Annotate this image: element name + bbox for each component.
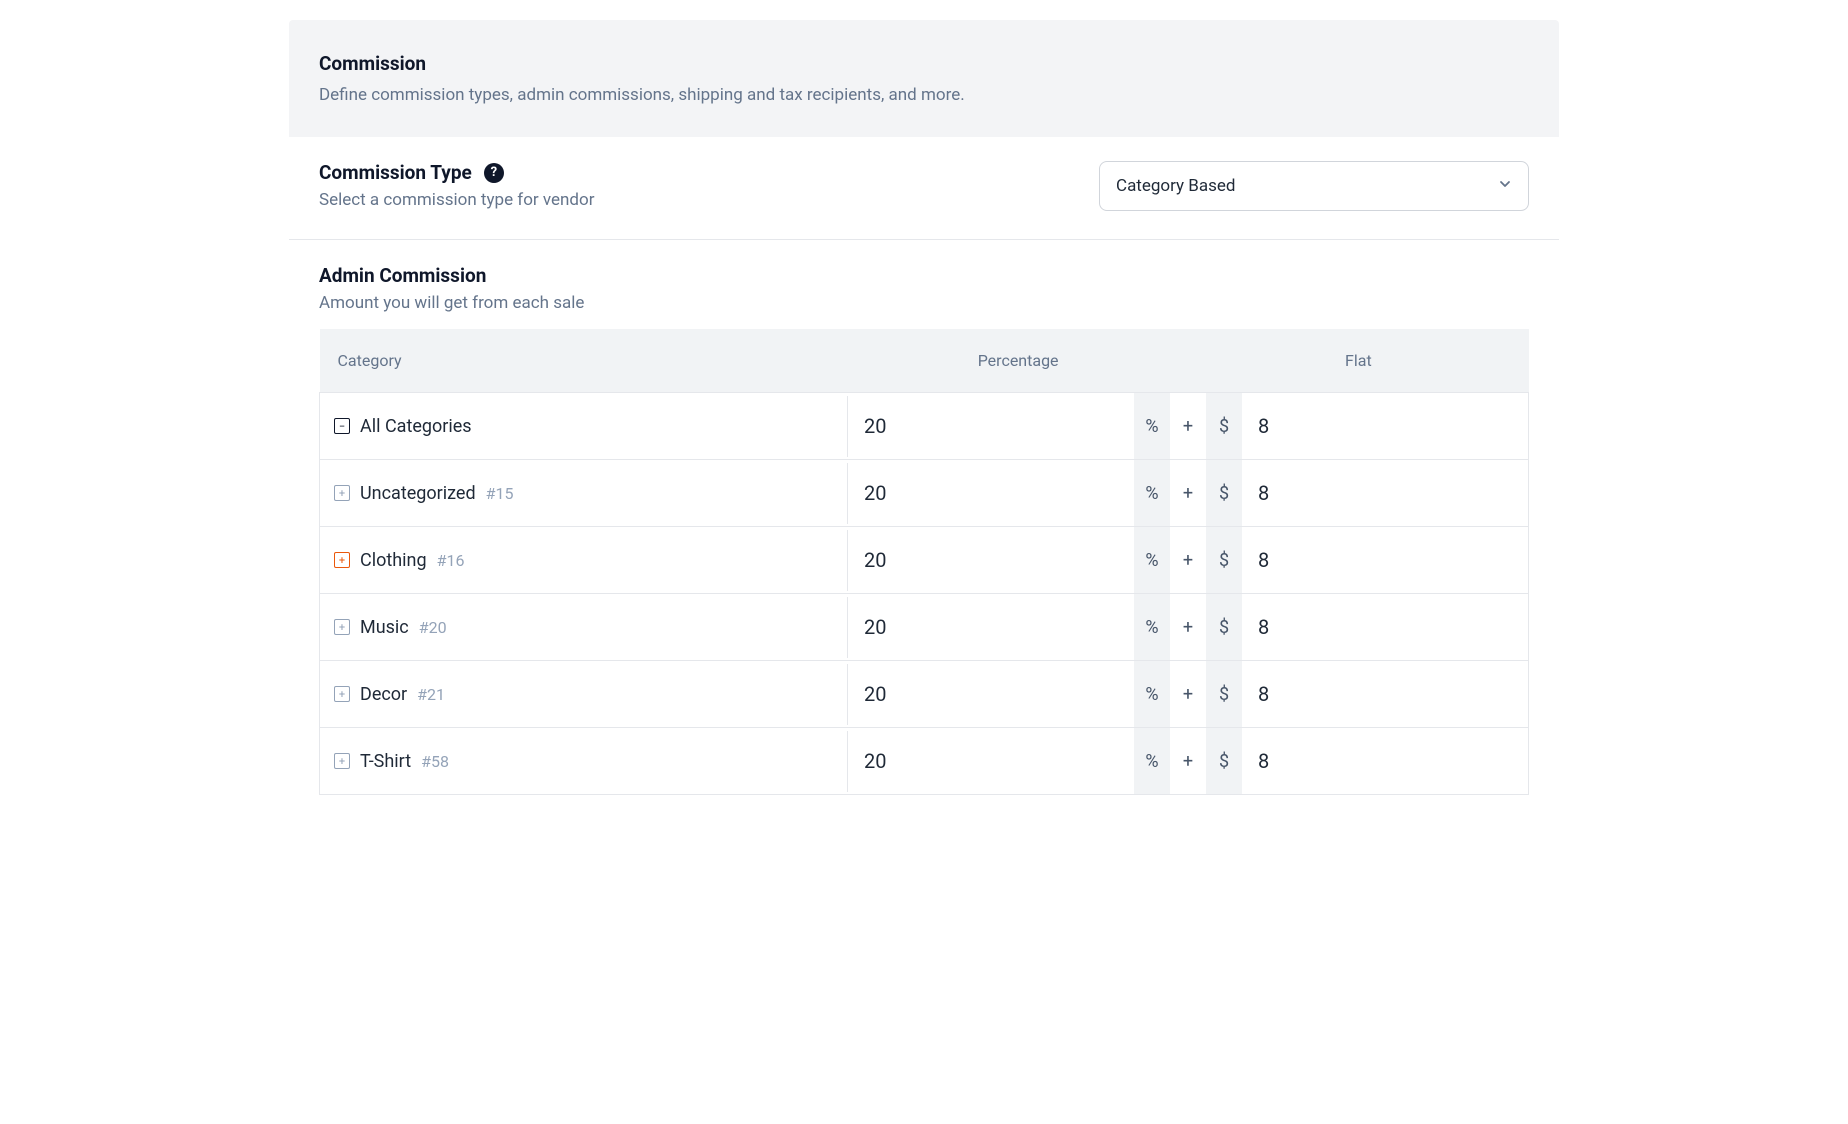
currency-symbol: $ — [1206, 728, 1242, 794]
flat-input[interactable] — [1242, 460, 1528, 526]
category-name: Decor — [360, 684, 407, 705]
category-name: All Categories — [360, 416, 472, 437]
category-id: #16 — [437, 551, 465, 570]
table-header-row: Category Percentage Flat — [320, 329, 1529, 393]
flat-input[interactable] — [1242, 393, 1528, 459]
category-cell: + Music #20 — [320, 597, 848, 658]
category-cell: −All Categories — [320, 396, 848, 457]
percentage-input[interactable] — [848, 393, 1134, 459]
admin-commission-section: Admin Commission Amount you will get fro… — [289, 240, 1559, 313]
th-category: Category — [320, 329, 849, 393]
expand-icon[interactable]: + — [334, 619, 350, 635]
percentage-input[interactable] — [848, 728, 1134, 794]
category-cell: + Decor #21 — [320, 664, 848, 725]
flat-input[interactable] — [1242, 661, 1528, 727]
commission-title: Commission — [319, 52, 1529, 75]
plus-symbol: + — [1170, 527, 1206, 593]
currency-symbol: $ — [1206, 527, 1242, 593]
currency-symbol: $ — [1206, 393, 1242, 459]
category-id: #15 — [486, 484, 514, 503]
commission-subtitle: Define commission types, admin commissio… — [319, 85, 1529, 105]
collapse-icon[interactable]: − — [334, 418, 350, 434]
percentage-input[interactable] — [848, 661, 1134, 727]
commission-type-section: Commission Type ? Select a commission ty… — [289, 137, 1559, 240]
expand-icon[interactable]: + — [334, 485, 350, 501]
category-id: #20 — [419, 618, 447, 637]
table-row: +Uncategorized#15%+$ — [320, 460, 1529, 527]
help-icon[interactable]: ? — [484, 163, 504, 183]
currency-symbol: $ — [1206, 594, 1242, 660]
category-name: Clothing — [360, 550, 427, 571]
table-row: +T-Shirt#58%+$ — [320, 728, 1529, 795]
expand-icon[interactable]: + — [334, 552, 350, 568]
table-row: +Music#20%+$ — [320, 594, 1529, 661]
percent-symbol: % — [1134, 661, 1170, 727]
category-cell: + Uncategorized #15 — [320, 463, 848, 524]
th-flat: Flat — [1188, 329, 1528, 393]
percent-symbol: % — [1134, 728, 1170, 794]
category-name: T-Shirt — [360, 751, 411, 772]
percentage-input[interactable] — [848, 527, 1134, 593]
percent-symbol: % — [1134, 460, 1170, 526]
value-cell: %+$ — [848, 728, 1528, 794]
expand-icon[interactable]: + — [334, 686, 350, 702]
admin-commission-label: Admin Commission — [319, 264, 1529, 287]
category-cell: + Clothing #16 — [320, 530, 848, 591]
category-id: #21 — [417, 685, 445, 704]
expand-icon[interactable]: + — [334, 753, 350, 769]
commission-type-label: Commission Type — [319, 161, 472, 184]
commission-table: Category Percentage Flat −All Categories… — [319, 329, 1529, 795]
flat-input[interactable] — [1242, 527, 1528, 593]
value-cell: %+$ — [848, 661, 1528, 727]
category-name: Music — [360, 617, 409, 638]
percent-symbol: % — [1134, 393, 1170, 459]
percentage-input[interactable] — [848, 460, 1134, 526]
plus-symbol: + — [1170, 460, 1206, 526]
percentage-input[interactable] — [848, 594, 1134, 660]
plus-symbol: + — [1170, 728, 1206, 794]
category-cell: + T-Shirt #58 — [320, 731, 848, 792]
th-percentage: Percentage — [848, 329, 1188, 393]
percent-symbol: % — [1134, 527, 1170, 593]
commission-type-description: Select a commission type for vendor — [319, 190, 1099, 210]
commission-type-selected: Category Based — [1116, 176, 1236, 196]
value-cell: %+$ — [848, 527, 1528, 593]
table-row: +Decor#21%+$ — [320, 661, 1529, 728]
category-id: #58 — [421, 752, 449, 771]
flat-input[interactable] — [1242, 728, 1528, 794]
table-row: −All Categories%+$ — [320, 393, 1529, 460]
table-row: +Clothing#16%+$ — [320, 527, 1529, 594]
plus-symbol: + — [1170, 393, 1206, 459]
category-name: Uncategorized — [360, 483, 476, 504]
admin-commission-description: Amount you will get from each sale — [319, 293, 1529, 313]
currency-symbol: $ — [1206, 460, 1242, 526]
flat-input[interactable] — [1242, 594, 1528, 660]
commission-header: Commission Define commission types, admi… — [289, 20, 1559, 137]
percent-symbol: % — [1134, 594, 1170, 660]
value-cell: %+$ — [848, 594, 1528, 660]
plus-symbol: + — [1170, 594, 1206, 660]
currency-symbol: $ — [1206, 661, 1242, 727]
commission-type-select[interactable]: Category Based — [1099, 161, 1529, 211]
value-cell: %+$ — [848, 393, 1528, 459]
plus-symbol: + — [1170, 661, 1206, 727]
value-cell: %+$ — [848, 460, 1528, 526]
